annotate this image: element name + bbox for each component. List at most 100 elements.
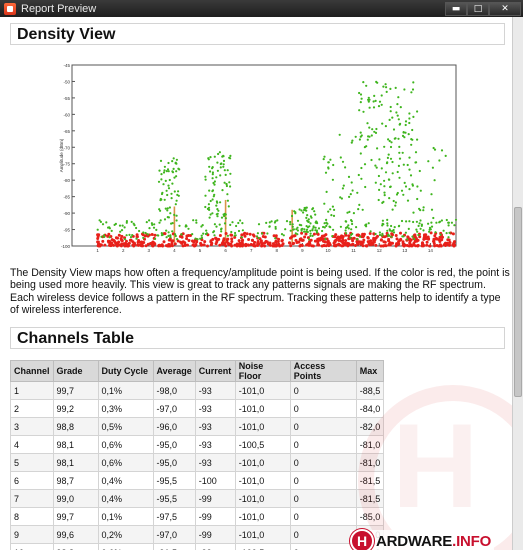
data-point — [315, 229, 318, 232]
table-row: 3 98,8 0,5% -96,0 -93 -101,0 0 -82,0 — [10, 417, 385, 436]
data-point — [146, 233, 149, 236]
data-point — [311, 208, 314, 211]
data-point — [130, 220, 133, 223]
y-tick-label: -85 — [63, 195, 70, 200]
data-point — [215, 225, 218, 228]
data-point — [223, 214, 226, 218]
data-point — [148, 227, 151, 230]
data-point — [252, 242, 256, 246]
data-point — [397, 240, 401, 244]
data-point — [241, 229, 244, 232]
maximize-button[interactable]: □ — [467, 1, 489, 16]
data-point — [107, 240, 111, 244]
minimize-button[interactable]: ▬ — [445, 1, 467, 16]
data-point — [216, 215, 219, 218]
data-point — [311, 234, 314, 237]
data-point — [404, 231, 407, 234]
data-point — [125, 221, 128, 224]
data-point — [337, 239, 341, 242]
data-point — [386, 161, 389, 164]
data-point — [218, 243, 222, 247]
data-point — [171, 160, 174, 163]
data-point — [435, 221, 438, 224]
close-button[interactable]: ✕ — [489, 1, 521, 16]
data-point — [387, 237, 391, 241]
data-point — [166, 209, 169, 212]
data-point — [276, 240, 280, 244]
data-point — [224, 213, 227, 216]
data-point — [368, 98, 371, 101]
data-point — [163, 165, 166, 168]
data-point — [387, 138, 390, 141]
data-point — [226, 193, 229, 196]
data-point — [289, 229, 292, 232]
data-point — [405, 244, 409, 247]
data-point — [359, 240, 363, 244]
data-point — [213, 234, 216, 237]
data-point — [135, 237, 138, 240]
column-header: Max — [355, 360, 385, 382]
data-point — [397, 164, 400, 167]
data-point — [281, 242, 285, 246]
data-point — [225, 182, 228, 186]
vertical-scrollbar[interactable] — [512, 17, 523, 550]
data-point — [365, 223, 368, 226]
data-point — [381, 122, 384, 125]
data-point — [440, 149, 444, 152]
data-point — [229, 233, 233, 237]
data-point — [314, 213, 317, 216]
data-point — [358, 138, 361, 141]
data-point — [388, 178, 391, 181]
data-point — [351, 139, 354, 142]
data-point — [268, 221, 271, 224]
data-point — [382, 240, 386, 244]
data-point — [280, 239, 284, 243]
data-point — [153, 233, 157, 237]
data-point — [394, 204, 397, 207]
data-point — [423, 234, 426, 238]
table-cell: 0 — [289, 543, 357, 550]
data-point — [204, 175, 207, 178]
data-point — [255, 235, 259, 238]
data-point — [223, 181, 226, 184]
data-point — [162, 183, 165, 186]
data-point — [365, 84, 368, 87]
data-point — [108, 236, 111, 239]
data-point — [433, 179, 436, 182]
data-point — [218, 234, 222, 237]
data-point — [412, 220, 415, 224]
table-cell: -95,5 — [152, 471, 196, 490]
data-point — [380, 167, 383, 170]
data-point — [362, 234, 366, 238]
data-point — [408, 168, 411, 171]
data-point — [274, 243, 278, 247]
y-tick-label: -65 — [63, 129, 70, 134]
data-point — [216, 212, 219, 215]
data-point — [324, 238, 327, 241]
data-point — [341, 187, 344, 190]
data-point — [331, 235, 334, 238]
data-point — [424, 237, 428, 240]
scrollbar-thumb[interactable] — [514, 207, 522, 397]
data-point — [409, 244, 413, 248]
data-point — [360, 97, 363, 100]
data-point — [357, 208, 360, 211]
table-cell: -96,0 — [152, 417, 196, 436]
table-row: 5 98,1 0,6% -95,0 -93 -101,0 0 -81,0 — [10, 453, 385, 472]
data-point — [150, 233, 154, 236]
data-point — [227, 205, 230, 208]
data-point — [309, 232, 312, 235]
table-cell: 0 — [289, 399, 357, 418]
data-point — [171, 171, 175, 174]
data-point — [375, 166, 378, 169]
data-point — [404, 185, 408, 188]
data-point — [105, 221, 108, 224]
data-point — [309, 222, 312, 225]
data-point — [305, 243, 309, 247]
y-tick-label: -50 — [63, 79, 70, 84]
data-point — [394, 234, 398, 237]
data-point — [207, 206, 211, 209]
data-point — [103, 243, 107, 247]
data-point — [237, 239, 241, 243]
x-tick-label: 8 — [276, 248, 279, 253]
